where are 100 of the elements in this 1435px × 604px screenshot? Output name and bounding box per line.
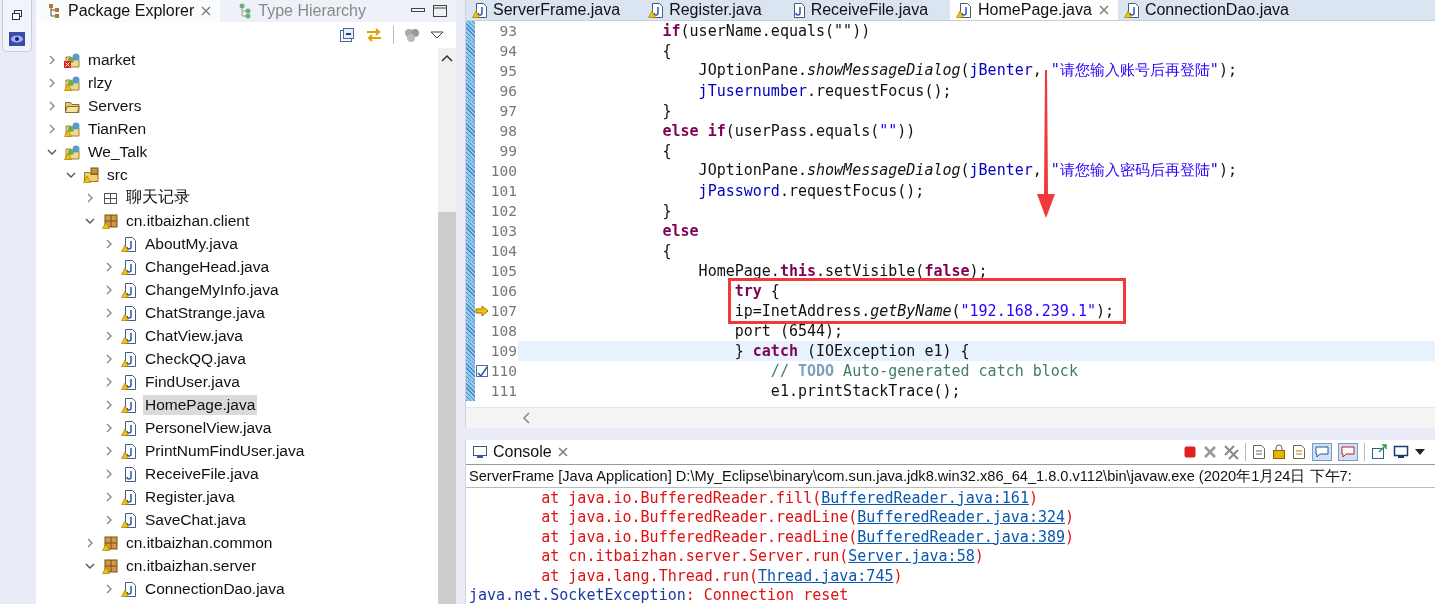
- stop-icon[interactable]: [1183, 445, 1197, 459]
- line-number: 110: [489, 362, 517, 379]
- line-number: 111: [489, 382, 517, 399]
- speech-bubble-icon[interactable]: [1338, 443, 1358, 461]
- close-icon[interactable]: [1203, 445, 1217, 459]
- code-line: JOptionPane.showMessageDialog(jBenter, "请您输入账号后再登陆");: [698, 61, 1237, 81]
- monitor-icon[interactable]: [1393, 445, 1409, 459]
- tree-item[interactable]: PrintNumFindUser.java: [143, 440, 307, 461]
- package-tree-icon: [48, 3, 62, 19]
- caret-icon[interactable]: [1415, 448, 1425, 456]
- tree-item[interactable]: Servers: [86, 95, 144, 116]
- tree-item[interactable]: ConnectionDao.java: [143, 578, 287, 599]
- line-number: 106: [489, 282, 517, 299]
- chevron-left-icon[interactable]: [522, 412, 530, 425]
- change-ruler: [466, 60, 475, 81]
- tree-item[interactable]: 聊天记录: [124, 186, 192, 209]
- document-icon[interactable]: [1252, 444, 1266, 460]
- tree-item[interactable]: PersonelView.java: [143, 417, 274, 438]
- monitor-icon: [472, 445, 488, 459]
- close-icon[interactable]: [1097, 3, 1110, 16]
- horizontal-scrollbar[interactable]: [466, 407, 1435, 428]
- code-line: {: [662, 141, 672, 160]
- console-tab[interactable]: Console: [472, 443, 569, 461]
- code-line: try {: [734, 281, 780, 300]
- editor-tab[interactable]: Register.java: [642, 0, 784, 20]
- line-number: 95: [498, 62, 517, 79]
- code-line: else: [662, 221, 699, 240]
- editor-tab[interactable]: ConnectionDao.java: [1117, 0, 1311, 20]
- tree-item[interactable]: cn.itbaizhan.server: [124, 555, 259, 576]
- tree-item[interactable]: AboutMy.java: [143, 233, 240, 254]
- chevron-up-icon[interactable]: [441, 54, 453, 62]
- tree-item[interactable]: ChatStrange.java: [143, 302, 267, 323]
- source-link[interactable]: BufferedReader.java:389: [857, 527, 1066, 546]
- vertical-scrollbar[interactable]: [438, 48, 456, 604]
- change-ruler: [466, 220, 475, 241]
- change-ruler: [466, 240, 475, 261]
- tree-item[interactable]: Register.java: [143, 486, 237, 507]
- view-tab[interactable]: Package Explorer: [36, 0, 221, 22]
- pin-icon[interactable]: [1371, 444, 1387, 460]
- tree-item[interactable]: We_Talk: [86, 141, 150, 162]
- tree-item[interactable]: HomePage.java: [143, 394, 258, 415]
- restore-icon[interactable]: [11, 9, 23, 22]
- code-line: }: [662, 201, 672, 220]
- document-icon[interactable]: [1292, 444, 1306, 460]
- code-line: JOptionPane.showMessageDialog(jBenter, "请您输入密码后再登陆");: [698, 161, 1237, 181]
- source-link[interactable]: BufferedReader.java:161: [821, 488, 1029, 507]
- line-number: 101: [489, 182, 517, 199]
- process-description: ServerFrame [Java Application] D:\My_Eclipse\binary\com.sun.java.jdk8.win32.x86_64_1.8.0.v112\bin\javaw.exe (2020年1月24日 下午7:: [466, 465, 1435, 488]
- filter-icon[interactable]: [404, 28, 420, 42]
- source-link[interactable]: BufferedReader.java:324: [857, 508, 1066, 527]
- scrollbar-thumb[interactable]: [438, 212, 456, 604]
- code-line: port (6544);: [734, 321, 844, 340]
- link-arrows-icon[interactable]: [365, 27, 383, 43]
- speech-bubble-icon[interactable]: [1312, 443, 1332, 461]
- close-icon[interactable]: [200, 5, 213, 17]
- tree-item[interactable]: TianRen: [86, 118, 148, 139]
- tree-item[interactable]: FindUser.java: [143, 371, 242, 392]
- change-ruler: [466, 140, 475, 161]
- view-menu-icon[interactable]: [430, 30, 444, 40]
- code-line: else if(userPass.equals("")): [662, 121, 916, 140]
- tree-item[interactable]: ChangeHead.java: [143, 256, 272, 277]
- change-ruler: [466, 20, 475, 41]
- change-ruler: [466, 280, 475, 301]
- change-ruler: [466, 160, 475, 181]
- tree-item[interactable]: CheckQQ.java: [143, 348, 248, 369]
- line-number: 104: [489, 242, 517, 259]
- tree-item[interactable]: SaveChat.java: [143, 509, 248, 530]
- line-number: 94: [498, 42, 517, 59]
- line-number: 108: [489, 322, 517, 339]
- editor-tab[interactable]: HomePage.java: [950, 0, 1118, 20]
- line-number: 107: [489, 302, 517, 319]
- change-ruler: [466, 200, 475, 221]
- close-icon[interactable]: [556, 446, 569, 458]
- tree-item[interactable]: market: [86, 49, 138, 70]
- change-ruler: [466, 340, 475, 361]
- lock-icon[interactable]: [1272, 444, 1286, 460]
- line-number: 93: [498, 22, 517, 39]
- tree-item[interactable]: src: [105, 164, 130, 185]
- line-number: 100: [489, 162, 517, 179]
- maximize-icon[interactable]: [432, 4, 448, 18]
- tree-item[interactable]: rlzy: [86, 72, 115, 93]
- change-ruler: [466, 320, 475, 341]
- close-all-icon[interactable]: [1223, 444, 1239, 460]
- tree-item[interactable]: cn.itbaizhan.common: [124, 532, 275, 553]
- code-line: // TODO Auto-generated catch block: [770, 361, 1078, 380]
- tree-item[interactable]: ChatView.java: [143, 325, 245, 346]
- eye-icon[interactable]: [9, 31, 25, 46]
- editor-tab[interactable]: ServerFrame.java: [466, 0, 643, 20]
- tree-item[interactable]: ChangeMyInfo.java: [143, 279, 281, 300]
- tree-item[interactable]: cn.itbaizhan.client: [124, 210, 252, 231]
- editor-tab[interactable]: ReceiveFile.java: [783, 0, 951, 20]
- change-ruler: [466, 80, 475, 101]
- source-link[interactable]: Thread.java:745: [758, 566, 894, 585]
- code-line: }: [662, 101, 672, 120]
- source-link[interactable]: Server.java:58: [848, 547, 975, 566]
- line-number: 98: [498, 122, 517, 139]
- collapse-all-icon[interactable]: [339, 27, 355, 43]
- code-line: } catch (IOException e1) {: [734, 341, 970, 360]
- change-ruler: [466, 100, 475, 121]
- tree-item[interactable]: ReceiveFile.java: [143, 463, 261, 484]
